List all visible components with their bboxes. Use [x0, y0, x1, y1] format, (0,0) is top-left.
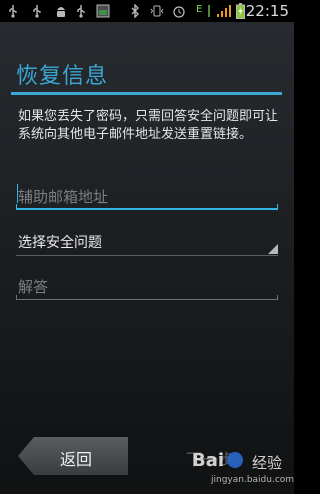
- security-question-select[interactable]: 选择安全问题: [16, 224, 278, 256]
- security-question-label: 选择安全问题: [18, 235, 102, 251]
- field-underline: [16, 299, 278, 300]
- back-button-label: 返回: [60, 450, 93, 469]
- usb-icon: [76, 3, 86, 19]
- signal-icon: [216, 3, 232, 19]
- watermark-url: jingyan.baidu.com: [211, 475, 295, 485]
- vibrate-icon: [150, 3, 164, 19]
- field-tick-left: [16, 295, 17, 300]
- battery-charging-icon: [236, 3, 245, 19]
- answer-field[interactable]: 解答: [16, 268, 278, 300]
- baidu-jingyan-watermark: Bai 经验 jingyan.baidu.com: [178, 448, 294, 490]
- watermark-suffix: 经验: [252, 454, 283, 472]
- backup-email-placeholder: 辅助邮箱地址: [18, 188, 109, 206]
- field-tick-left: [16, 204, 17, 210]
- backup-email-field[interactable]: 辅助邮箱地址: [16, 178, 278, 210]
- field-tick-right: [277, 204, 278, 210]
- data-arrows-icon: [206, 3, 212, 19]
- field-tick-right: [277, 295, 278, 300]
- watermark-brand: Bai: [192, 450, 225, 471]
- page-title: 恢复信息: [16, 64, 109, 89]
- usb-icon: [8, 3, 18, 19]
- data-edge-icon: E: [196, 3, 203, 15]
- bluetooth-icon: [130, 3, 140, 19]
- select-underline: [16, 255, 278, 256]
- description-text: 如果您丢失了密码，只需回答安全问题即可让系统向其他电子邮件地址发送重置链接。: [18, 109, 279, 142]
- baidu-paw-icon: [227, 452, 243, 468]
- status-bar: E 22:15: [0, 0, 294, 22]
- title-divider: [11, 92, 282, 95]
- dropdown-caret-icon: [268, 244, 278, 254]
- field-underline: [16, 208, 278, 210]
- back-button[interactable]: 返回: [18, 437, 128, 475]
- status-time: 22:15: [245, 2, 289, 20]
- notification-image-icon: [96, 3, 110, 19]
- android-debug-icon: [54, 3, 68, 19]
- alarm-icon: [172, 3, 186, 19]
- answer-placeholder: 解答: [18, 278, 49, 296]
- usb-icon: [32, 3, 42, 19]
